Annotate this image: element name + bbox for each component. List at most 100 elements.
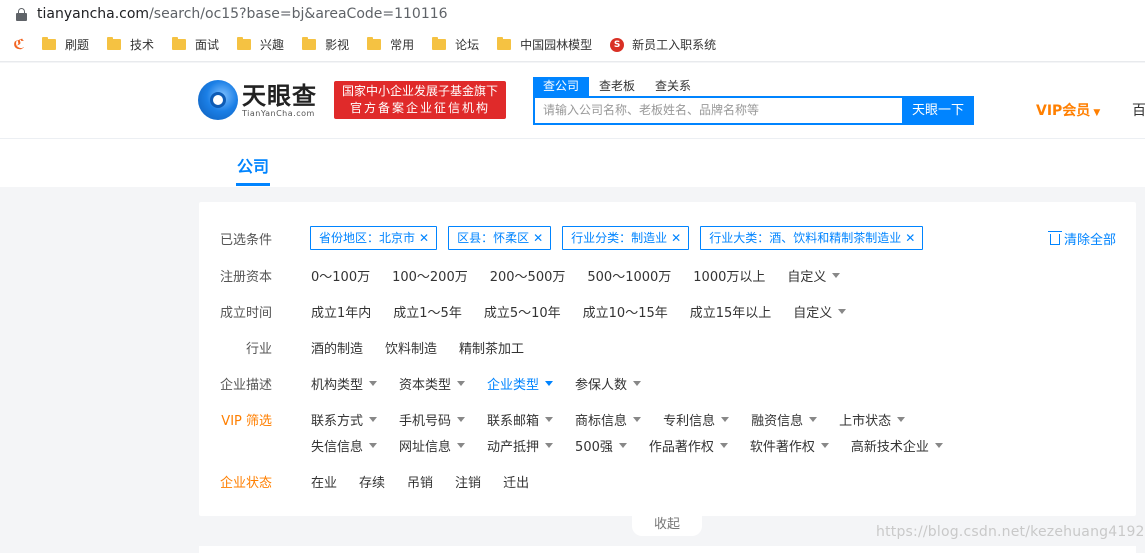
status-options: 在业 存续 吊销 注销 迁出 (311, 472, 551, 491)
bookmark-label: 常用 (390, 38, 415, 52)
bookmark-yuanlin[interactable]: 中国园林模型 (497, 36, 592, 53)
vip-label: VIP会员 (1036, 103, 1091, 119)
dropdown-label: 商标信息 (575, 413, 628, 429)
collapse-button[interactable]: 收起 (632, 514, 702, 536)
status-option[interactable]: 存续 (359, 472, 385, 491)
bookmark-jishu[interactable]: 技术 (107, 36, 154, 53)
capital-custom-dropdown[interactable]: 自定义 (787, 266, 841, 285)
vip-menu[interactable]: VIP会员 ▼ (1036, 100, 1100, 120)
capital-option[interactable]: 1000万以上 (693, 266, 765, 285)
tab-search-company[interactable]: 查公司 (533, 77, 590, 96)
bookmark-changyong[interactable]: 常用 (367, 36, 414, 53)
financing-dropdown[interactable]: 融资信息 (751, 410, 818, 429)
founded-option[interactable]: 成立1～5年 (393, 302, 462, 321)
chattel-mortgage-dropdown[interactable]: 动产抵押 (487, 436, 554, 455)
url-host: tianyancha.com (37, 6, 150, 22)
site-logo[interactable]: 天眼查 TianYanCha.com (198, 80, 317, 120)
founded-option[interactable]: 成立10～15年 (583, 302, 668, 321)
founded-option[interactable]: 成立1年内 (311, 302, 371, 321)
enterprise-type-dropdown[interactable]: 企业类型 (487, 374, 554, 393)
top500-dropdown[interactable]: 500强 (575, 436, 627, 455)
insured-count-dropdown[interactable]: 参保人数 (575, 374, 642, 393)
lock-icon[interactable] (16, 7, 27, 21)
logo-name: 天眼查 (242, 81, 317, 110)
patent-dropdown[interactable]: 专利信息 (663, 410, 730, 429)
industry-option[interactable]: 酒的制造 (311, 338, 363, 357)
tab-company[interactable]: 公司 (237, 153, 269, 177)
tab-search-relation[interactable]: 查关系 (645, 77, 701, 96)
selected-label: 已选条件 (219, 232, 272, 248)
chip-industry-category[interactable]: 行业分类：制造业 ✕ (562, 226, 690, 250)
bookmark-yingshi[interactable]: 影视 (302, 36, 349, 53)
caret-down-icon: ▼ (1093, 108, 1101, 118)
description-label: 企业描述 (219, 377, 272, 393)
capital-option[interactable]: 500～1000万 (587, 266, 671, 285)
website-dropdown[interactable]: 网址信息 (399, 436, 466, 455)
site-header: 天眼查 TianYanCha.com 国家中小企业发展子基金旗下 官方备案企业征… (0, 63, 1145, 138)
badge-line2: 官方备案企业征信机构 (349, 101, 490, 115)
works-copyright-dropdown[interactable]: 作品著作权 (649, 436, 728, 455)
tab-search-boss[interactable]: 查老板 (589, 77, 645, 96)
bookmark-c-icon[interactable]: ℭ (10, 36, 28, 54)
status-option[interactable]: 在业 (311, 472, 337, 491)
founded-option[interactable]: 成立5～10年 (484, 302, 561, 321)
bookmark-label: 中国园林模型 (520, 38, 593, 52)
bookmark-label: 兴趣 (260, 38, 285, 52)
hightech-dropdown[interactable]: 高新技术企业 (851, 436, 943, 455)
vip-filter-label: VIP 筛选 (221, 413, 272, 429)
chip-label: 行业大类：酒、饮料和精制茶制造业 (709, 231, 902, 245)
industry-option[interactable]: 精制茶加工 (459, 338, 524, 357)
founded-option[interactable]: 成立15年以上 (690, 302, 772, 321)
result-type-nav: 公司 (0, 138, 1145, 187)
folder-icon (42, 37, 56, 50)
close-icon[interactable]: ✕ (905, 231, 915, 245)
address-bar[interactable]: tianyancha.com/search/oc15?base=bj&areaC… (0, 0, 1145, 28)
caret-down-icon (820, 442, 829, 448)
founded-custom-dropdown[interactable]: 自定义 (793, 302, 847, 321)
chip-industry-major[interactable]: 行业大类：酒、饮料和精制茶制造业 ✕ (700, 226, 924, 250)
chip-district[interactable]: 区县：怀柔区 ✕ (448, 226, 552, 250)
selected-conditions-row: 已选条件 省份地区：北京市 ✕ 区县：怀柔区 ✕ 行业分类：制造业 ✕ 行业大类：酒、… (199, 226, 1136, 250)
founded-label: 成立时间 (219, 305, 272, 321)
capital-option[interactable]: 0～100万 (311, 266, 370, 285)
email-dropdown[interactable]: 联系邮箱 (487, 410, 554, 429)
close-icon[interactable]: ✕ (671, 231, 681, 245)
credential-badge: 国家中小企业发展子基金旗下 官方备案企业征信机构 (334, 81, 506, 119)
status-option[interactable]: 迁出 (503, 472, 529, 491)
url-text[interactable]: tianyancha.com/search/oc15?base=bj&areaC… (37, 6, 448, 22)
vip-filter-row-2: 失信信息 网址信息 动产抵押 500强 作品著作权 软件著作权 高新技术企业 (199, 435, 1136, 455)
caret-down-icon (545, 416, 554, 422)
dropdown-label: 参保人数 (575, 377, 628, 393)
header-partial-text[interactable]: 百 (1132, 100, 1145, 120)
capital-type-dropdown[interactable]: 资本类型 (399, 374, 466, 393)
status-option[interactable]: 注销 (455, 472, 481, 491)
bookmark-xinyuangong[interactable]: S 新员工入职系统 (610, 36, 716, 53)
close-icon[interactable]: ✕ (419, 231, 429, 245)
org-type-dropdown[interactable]: 机构类型 (311, 374, 378, 393)
founded-row: 成立时间 成立1年内 成立1～5年 成立5～10年 成立10～15年 成立15年… (199, 301, 1136, 321)
bookmark-label: 影视 (325, 38, 350, 52)
contact-dropdown[interactable]: 联系方式 (311, 410, 378, 429)
mobile-dropdown[interactable]: 手机号码 (399, 410, 466, 429)
close-icon[interactable]: ✕ (533, 231, 543, 245)
dropdown-label: 动产抵押 (487, 439, 540, 455)
trademark-dropdown[interactable]: 商标信息 (575, 410, 642, 429)
bookmark-xingqu[interactable]: 兴趣 (237, 36, 284, 53)
status-option[interactable]: 吊销 (407, 472, 433, 491)
search-button[interactable]: 天眼一下 (902, 96, 974, 125)
chip-province[interactable]: 省份地区：北京市 ✕ (310, 226, 438, 250)
bookmark-shuati[interactable]: 刷题 (42, 36, 89, 53)
dropdown-label: 软件著作权 (749, 439, 815, 455)
listing-status-dropdown[interactable]: 上市状态 (839, 410, 906, 429)
bookmark-mianshi[interactable]: 面试 (172, 36, 219, 53)
folder-icon (107, 37, 122, 50)
clear-all-button[interactable]: 清除全部 (1048, 229, 1116, 248)
caret-down-icon (633, 380, 642, 386)
software-copyright-dropdown[interactable]: 软件著作权 (750, 436, 829, 455)
capital-option[interactable]: 200～500万 (490, 266, 566, 285)
search-input[interactable]: 请输入公司名称、老板姓名、品牌名称等 (533, 96, 903, 125)
bookmark-luntan[interactable]: 论坛 (432, 36, 479, 53)
industry-option[interactable]: 饮料制造 (385, 338, 437, 357)
capital-option[interactable]: 100～200万 (392, 266, 468, 285)
dishonest-dropdown[interactable]: 失信信息 (311, 436, 378, 455)
